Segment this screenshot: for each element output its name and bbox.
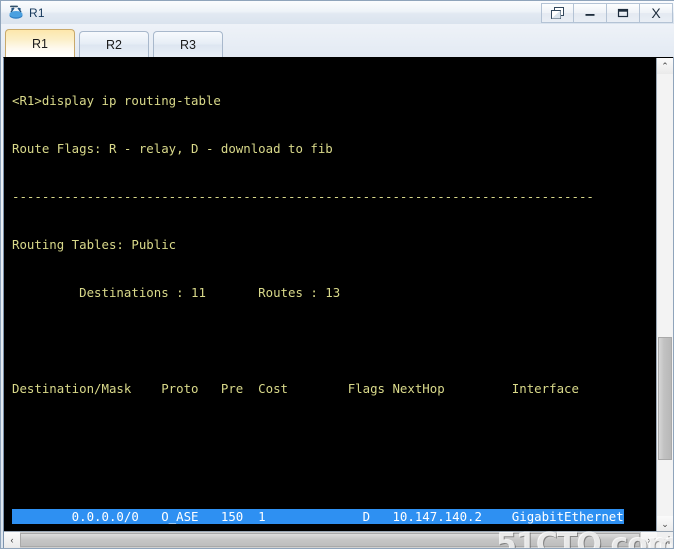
scroll-up-glyph: ⌃ <box>661 60 669 71</box>
tab-r1[interactable]: R1 <box>5 29 75 57</box>
terminal-table-header: Destination/Mask Proto Pre Cost Flags Ne… <box>12 381 579 396</box>
scroll-right-icon[interactable]: › <box>641 532 657 548</box>
tab-r2-label: R2 <box>106 37 122 52</box>
scroll-down-icon[interactable]: ⌄ <box>657 516 673 532</box>
close-button[interactable]: X <box>640 2 673 23</box>
terminal-line-summary: Destinations : 11 Routes : 13 <box>12 285 341 300</box>
close-icon: X <box>651 4 661 21</box>
vertical-scrollbar[interactable]: ⌃ ⌄ <box>656 58 673 532</box>
terminal-output[interactable]: <R1>display ip routing-table Route Flags… <box>4 58 648 532</box>
terminal-line-prompt: <R1>display ip routing-table <box>12 93 221 108</box>
scroll-up-icon[interactable]: ⌃ <box>657 58 673 74</box>
tab-r3[interactable]: R3 <box>153 31 223 57</box>
scroll-left-glyph: ‹ <box>10 535 14 545</box>
terminal-line-blank2 <box>12 429 624 445</box>
maximize-button[interactable] <box>607 2 640 23</box>
window-title: R1 <box>29 5 45 20</box>
window-controls: X <box>541 2 673 23</box>
terminal-line-tables: Routing Tables: Public <box>12 237 177 252</box>
scroll-right-glyph: › <box>647 535 651 545</box>
table-row: 0.0.0.0/0 O_ASE 150 1 D 10.147.140.2 Gig… <box>12 509 624 525</box>
restore-button[interactable] <box>541 2 574 23</box>
router-console-window: R1 X R1 R2 R3 <R1>display ip routing-tab… <box>0 0 674 549</box>
terminal-line-flags: Route Flags: R - relay, D - download to … <box>12 141 333 156</box>
console-area: <R1>display ip routing-table Route Flags… <box>3 57 673 548</box>
title-bar: R1 X <box>1 1 674 24</box>
terminal-line-separator: ----------------------------------------… <box>12 189 594 204</box>
vertical-scroll-thumb[interactable] <box>658 337 672 460</box>
resize-grip-icon[interactable] <box>659 533 673 547</box>
scroll-left-icon[interactable]: ‹ <box>4 532 20 548</box>
tab-r1-label: R1 <box>32 36 48 51</box>
device-tab-bar: R1 R2 R3 <box>1 24 674 57</box>
horizontal-scrollbar[interactable]: ‹ › <box>4 531 673 548</box>
router-icon <box>7 5 25 21</box>
route-text: 0.0.0.0/0 O_ASE 150 1 D 10.147.140.2 Gig… <box>12 509 624 524</box>
scroll-down-glyph: ⌄ <box>661 518 669 529</box>
tab-r2[interactable]: R2 <box>79 31 149 57</box>
tab-r3-label: R3 <box>180 37 196 52</box>
minimize-button[interactable] <box>574 2 607 23</box>
horizontal-scroll-thumb[interactable] <box>20 533 640 547</box>
terminal-lines: <R1>display ip routing-table Route Flags… <box>12 61 624 532</box>
